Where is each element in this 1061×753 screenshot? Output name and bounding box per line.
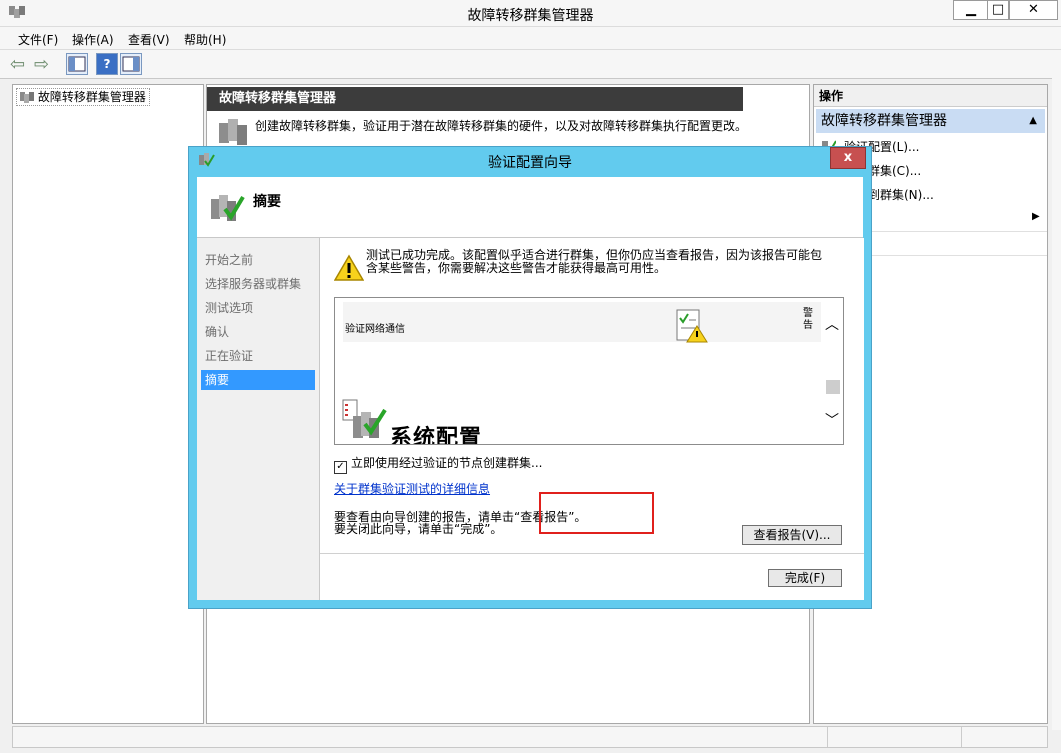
footer-separator [320, 553, 864, 554]
status-bar [12, 726, 1048, 748]
validate-config-wizard: 验证配置向导 x 摘要 开始之前 选择服务器或群集 测试选项 确认 正在验证 摘… [188, 146, 872, 609]
report-warning-icon [675, 306, 709, 347]
menu-action[interactable]: 操作(A) [72, 31, 114, 48]
collapse-up-icon[interactable]: ▲ [1029, 109, 1037, 133]
warning-icon [333, 254, 365, 285]
report-row-label: 验证网络通信 [345, 324, 405, 335]
center-description: 创建故障转移群集，验证用于潜在故障转移群集的硬件，以及对故障转移群集执行配置更改… [255, 119, 748, 133]
step-summary: 摘要 [201, 370, 315, 390]
create-cluster-checkbox-label: 立即使用经过验证的节点创建群集... [351, 456, 543, 470]
window-edge [1052, 50, 1061, 730]
submenu-arrow-icon[interactable]: ▶ [1032, 211, 1040, 222]
tree-item-root[interactable]: 故障转移群集管理器 [16, 88, 150, 106]
scroll-thumb[interactable] [826, 380, 840, 394]
dialog-title: 验证配置向导 [488, 155, 572, 171]
wizard-header-icon [209, 191, 245, 226]
title-bar: 故障转移群集管理器 ▁ □ ✕ [0, 0, 1061, 27]
create-cluster-checkbox[interactable]: ✓ [334, 461, 347, 474]
wizard-steps: 开始之前 选择服务器或群集 测试选项 确认 正在验证 摘要 [197, 238, 319, 600]
status-divider [827, 727, 828, 747]
step-select-servers: 选择服务器或群集 [205, 277, 302, 291]
step-testing-options: 测试选项 [205, 301, 254, 315]
wizard-content: 测试已成功完成。该配置似乎适合进行群集，但你仍应当查看报告，因为该报告可能包含某… [319, 238, 864, 600]
actions-header: 操作 [814, 85, 1047, 107]
system-config-icon [341, 398, 389, 443]
back-arrow-icon[interactable]: ⇦ [10, 54, 25, 75]
action-create-cluster[interactable]: 群集(C)... [868, 162, 921, 179]
menu-bar: 文件(F) 操作(A) 查看(V) 帮助(H) [0, 27, 1061, 50]
window-title: 故障转移群集管理器 [467, 8, 594, 24]
report-row-status: 警告 [803, 308, 813, 331]
scroll-down-icon[interactable]: ﹀ [825, 410, 839, 430]
toolbar: ⇦ ⇨ ? [0, 50, 1061, 79]
tree-item-label: 故障转移群集管理器 [37, 90, 146, 104]
action-connect-cluster[interactable]: 到群集(N)... [868, 186, 934, 203]
highlight-box [539, 492, 654, 534]
create-cluster-checkbox-row[interactable]: ✓ 立即使用经过验证的节点创建群集... [334, 454, 542, 474]
system-config-heading: 系统配置 [390, 425, 483, 445]
report-preview[interactable]: 验证网络通信 警告 系统配置 ︿ ﹀ [334, 297, 844, 445]
step-confirmation: 确认 [205, 325, 230, 339]
scroll-up-icon[interactable]: ︿ [825, 314, 839, 334]
status-divider [961, 727, 962, 747]
dialog-close-button[interactable]: x [830, 147, 866, 169]
step-before-you-begin: 开始之前 [205, 253, 254, 267]
menu-file[interactable]: 文件(F) [18, 31, 58, 48]
menu-view[interactable]: 查看(V) [128, 31, 170, 48]
warning-message: 测试已成功完成。该配置似乎适合进行群集，但你仍应当查看报告，因为该报告可能包含某… [366, 248, 823, 275]
view-report-button[interactable]: 查看报告(V)... [742, 525, 842, 545]
actions-section-title[interactable]: 故障转移群集管理器 ▲ [816, 109, 1045, 133]
show-hide-tree-icon[interactable] [66, 53, 88, 75]
cluster-icon [20, 91, 34, 103]
dialog-body: 摘要 开始之前 选择服务器或群集 测试选项 确认 正在验证 摘要 测试已成功完成… [197, 177, 864, 600]
report-scrollbar[interactable]: ︿ ﹀ [821, 298, 843, 444]
finish-button[interactable]: 完成(F) [768, 569, 842, 587]
validation-info-link[interactable]: 关于群集验证测试的详细信息 [334, 480, 490, 497]
console-tree: 故障转移群集管理器 [12, 84, 204, 724]
maximize-button[interactable]: □ [987, 0, 1009, 20]
center-header: 故障转移群集管理器 [207, 87, 743, 111]
close-button[interactable]: ✕ [1009, 0, 1058, 20]
help-icon[interactable]: ? [96, 53, 118, 75]
dialog-heading: 摘要 [253, 194, 281, 210]
report-row: 验证网络通信 警告 [343, 302, 821, 343]
forward-arrow-icon[interactable]: ⇨ [34, 54, 49, 75]
dialog-header: 摘要 [197, 177, 863, 238]
menu-help[interactable]: 帮助(H) [184, 31, 226, 48]
actions-section-label: 故障转移群集管理器 [821, 113, 947, 129]
show-hide-action-pane-icon[interactable] [120, 53, 142, 75]
minimize-button[interactable]: ▁ [953, 0, 989, 20]
step-validating: 正在验证 [205, 349, 254, 363]
